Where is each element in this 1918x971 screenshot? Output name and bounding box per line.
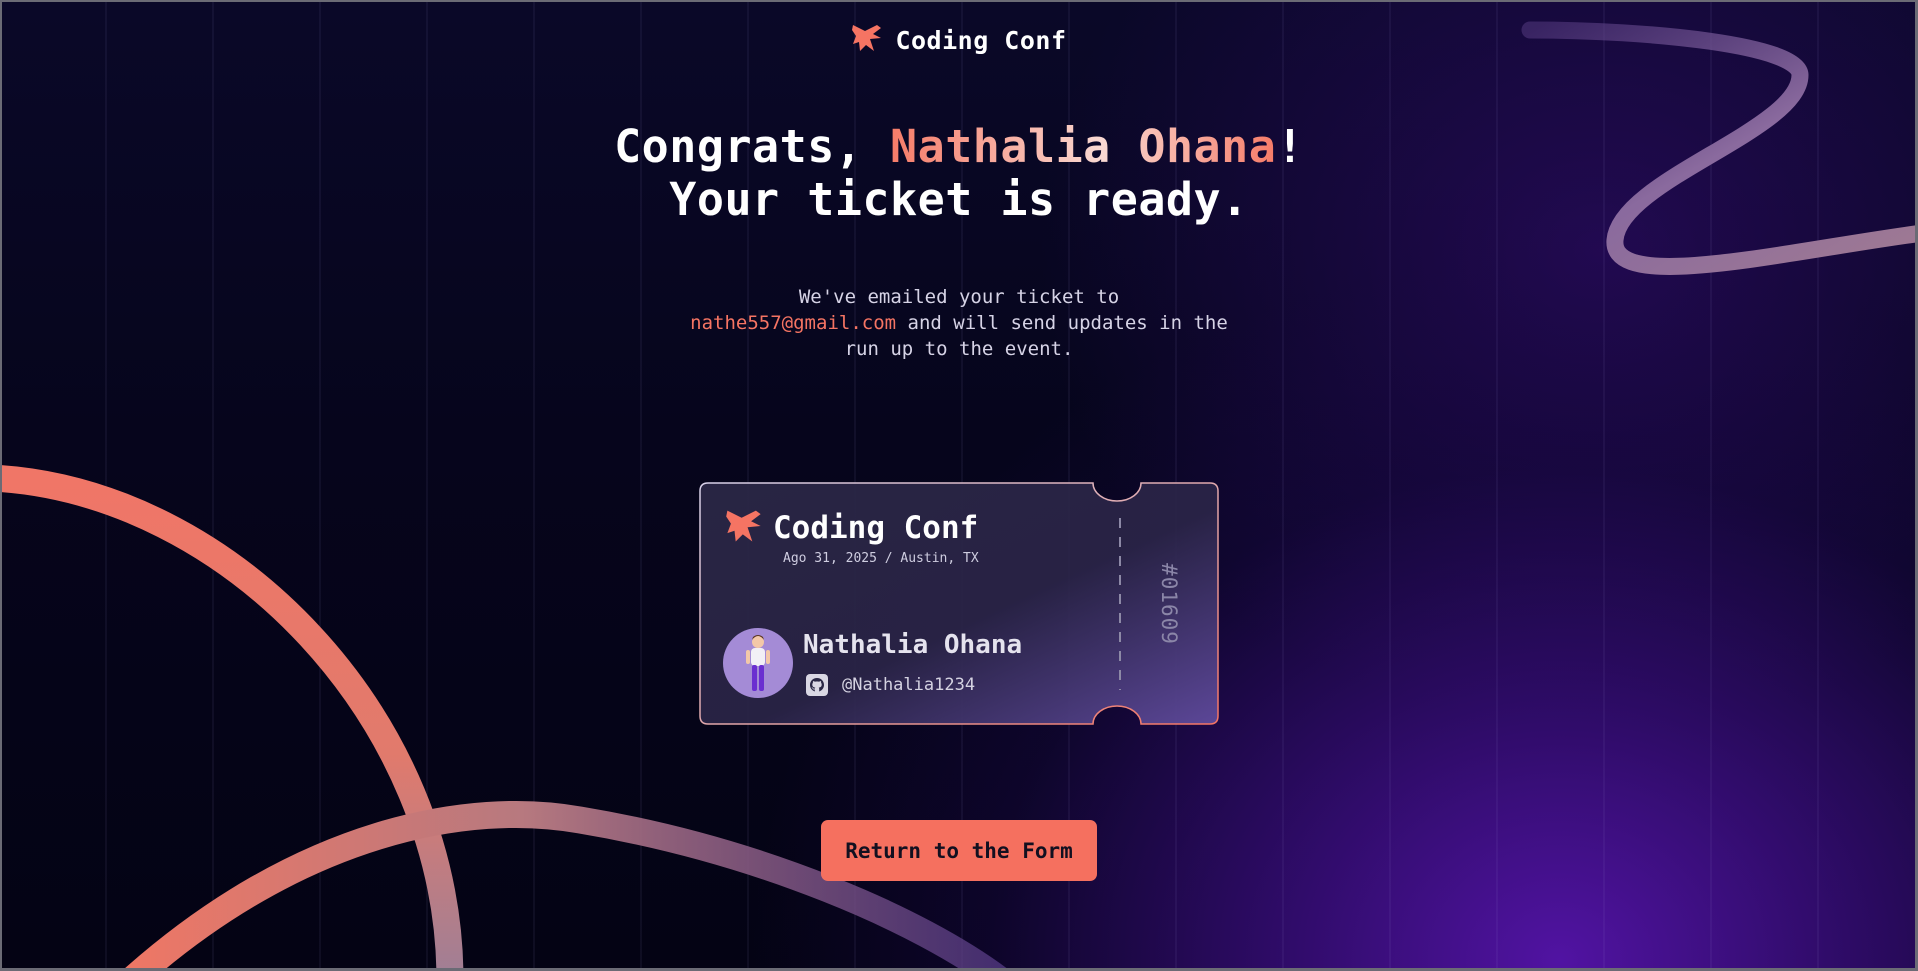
headline-prefix: Congrats, <box>614 120 891 173</box>
github-handle: @Nathalia1234 <box>842 675 976 695</box>
return-to-form-button[interactable]: Return to the Form <box>821 820 1097 881</box>
confirmation-message: We've emailed your ticket to nathe557@gm… <box>684 284 1234 362</box>
ticket-confirmation-page: Coding Conf Congrats, Nathalia Ohana! Yo… <box>0 0 1918 971</box>
ticket-brand: Coding Conf <box>725 507 978 549</box>
ticket-number: #01609 <box>1157 563 1181 645</box>
headline-suffix: ! <box>1276 120 1304 173</box>
ticket-logo-icon <box>725 507 763 549</box>
ticket-date-location: Ago 31, 2025 / Austin, TX <box>783 551 979 566</box>
ticket-card: Coding Conf Ago 31, 2025 / Austin, TX Na… <box>699 482 1219 725</box>
decor-arc-large <box>0 465 464 971</box>
ticket-brand-name: Coding Conf <box>773 510 979 546</box>
email-address: nathe557@gmail.com <box>690 312 897 334</box>
message-after: and will send updates in the run up to t… <box>844 312 1228 360</box>
github-icon <box>806 674 828 696</box>
attendee-name: Nathalia Ohana <box>803 630 1023 660</box>
brand-name: Coding Conf <box>895 25 1067 55</box>
avatar <box>723 628 793 698</box>
site-header: Coding Conf <box>0 22 1918 58</box>
headline-attendee-name: Nathalia Ohana <box>890 120 1277 173</box>
headline-line-2: Your ticket is ready. <box>669 173 1249 226</box>
coding-conf-logo-icon <box>851 22 883 58</box>
page-title: Congrats, Nathalia Ohana! Your ticket is… <box>0 120 1918 226</box>
message-before: We've emailed your ticket to <box>798 286 1120 308</box>
github-row: @Nathalia1234 <box>806 674 975 696</box>
